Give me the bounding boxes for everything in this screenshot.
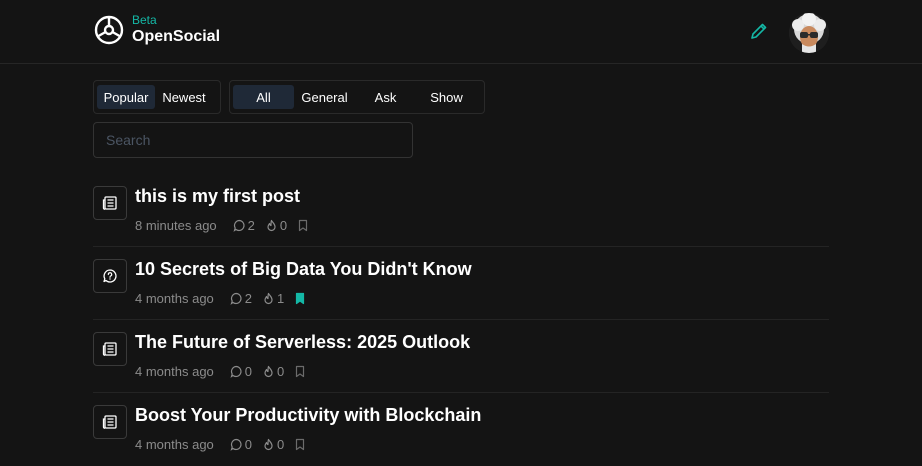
comment-count[interactable]: 0 xyxy=(230,364,252,379)
comment-count-value: 2 xyxy=(244,291,253,306)
comment-count-value: 0 xyxy=(244,437,253,452)
beta-badge: Beta xyxy=(132,13,157,27)
tab-ask[interactable]: Ask xyxy=(355,85,416,109)
bookmark-button[interactable] xyxy=(294,438,306,451)
comment-count[interactable]: 0 xyxy=(230,437,252,452)
bookmark-icon xyxy=(299,219,308,232)
post-time: 4 months ago xyxy=(135,291,214,306)
post-meta: 4 months ago 2 1 xyxy=(135,291,306,306)
like-count-value: 1 xyxy=(277,291,285,306)
pencil-icon xyxy=(751,23,767,39)
post-type-badge xyxy=(93,186,127,220)
post-item: this is my first post 8 minutes ago 2 0 xyxy=(93,174,829,247)
bookmark-filled-icon xyxy=(296,292,305,305)
flame-icon xyxy=(267,219,276,232)
comment-icon xyxy=(233,219,245,232)
post-item: 10 Secrets of Big Data You Didn't Know 4… xyxy=(93,247,829,320)
chat-question-icon xyxy=(103,269,117,283)
post-list: this is my first post 8 minutes ago 2 0 xyxy=(93,174,829,466)
opensocial-logo-icon xyxy=(94,15,124,44)
post-meta: 4 months ago 0 0 xyxy=(135,437,306,452)
post-meta: 8 minutes ago 2 0 xyxy=(135,218,309,233)
category-tabs: All General Ask Show xyxy=(229,80,485,114)
brand[interactable]: Beta OpenSocial xyxy=(94,14,220,45)
comment-count[interactable]: 2 xyxy=(233,218,255,233)
tab-all[interactable]: All xyxy=(233,85,294,109)
post-time: 4 months ago xyxy=(135,364,214,379)
flame-icon xyxy=(264,365,273,378)
tab-general[interactable]: General xyxy=(294,85,355,109)
post-item: Boost Your Productivity with Blockchain … xyxy=(93,393,829,466)
tab-newest[interactable]: Newest xyxy=(155,85,213,109)
newspaper-icon xyxy=(102,196,117,210)
post-time: 4 months ago xyxy=(135,437,214,452)
like-count[interactable]: 0 xyxy=(262,364,284,379)
like-count[interactable]: 0 xyxy=(265,218,287,233)
like-count[interactable]: 1 xyxy=(262,291,284,306)
bookmark-button[interactable] xyxy=(297,219,309,232)
tab-show[interactable]: Show xyxy=(416,85,477,109)
like-count[interactable]: 0 xyxy=(262,437,284,452)
post-time: 8 minutes ago xyxy=(135,218,217,233)
avatar-image xyxy=(789,13,829,53)
post-title[interactable]: Boost Your Productivity with Blockchain xyxy=(135,405,481,426)
post-title[interactable]: 10 Secrets of Big Data You Didn't Know xyxy=(135,259,472,280)
post-type-badge xyxy=(93,332,127,366)
like-count-value: 0 xyxy=(277,364,285,379)
app-name: OpenSocial xyxy=(132,28,221,45)
like-count-value: 0 xyxy=(279,218,288,233)
post-meta: 4 months ago 0 0 xyxy=(135,364,306,379)
sort-tabs: Popular Newest xyxy=(93,80,221,114)
new-post-button[interactable] xyxy=(746,18,772,44)
search-input[interactable] xyxy=(93,122,413,158)
post-title[interactable]: The Future of Serverless: 2025 Outlook xyxy=(135,332,470,353)
bookmark-button[interactable] xyxy=(294,292,306,305)
comment-icon xyxy=(230,292,242,305)
comment-icon xyxy=(230,365,242,378)
top-bar: Beta OpenSocial xyxy=(0,0,922,64)
post-type-badge xyxy=(93,405,127,439)
bookmark-icon xyxy=(296,438,305,451)
like-count-value: 0 xyxy=(277,437,285,452)
comment-count-value: 2 xyxy=(247,218,255,233)
newspaper-icon xyxy=(102,415,117,429)
flame-icon xyxy=(264,292,273,305)
user-avatar[interactable] xyxy=(789,13,829,53)
tab-popular[interactable]: Popular xyxy=(97,85,155,109)
newspaper-icon xyxy=(102,342,117,356)
post-item: The Future of Serverless: 2025 Outlook 4… xyxy=(93,320,829,393)
post-type-badge xyxy=(93,259,127,293)
comment-count[interactable]: 2 xyxy=(230,291,252,306)
post-title[interactable]: this is my first post xyxy=(135,186,300,207)
bookmark-button[interactable] xyxy=(294,365,306,378)
comment-count-value: 0 xyxy=(244,364,253,379)
comment-icon xyxy=(230,438,242,451)
flame-icon xyxy=(264,438,273,451)
bookmark-icon xyxy=(296,365,305,378)
